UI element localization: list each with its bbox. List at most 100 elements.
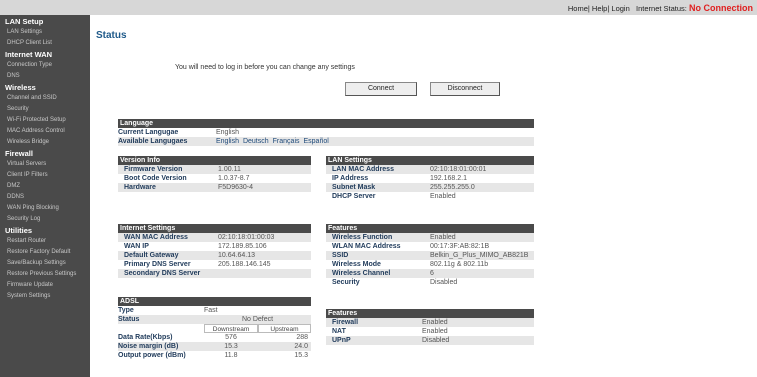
disconnect-button[interactable]: Disconnect <box>430 82 500 96</box>
info-row: WAN MAC Address 02:10:18:01:00:03 <box>118 233 311 242</box>
info-row: LAN MAC Address 02:10:18:01:00:01 <box>326 165 534 174</box>
adsl-panel: ADSL Type Fast Status No Defect Downstre… <box>118 297 311 360</box>
current-language-label: Current Langugae <box>118 129 179 136</box>
version-info-header: Version Info <box>118 156 311 165</box>
adsl-row: Data Rate(Kbps) 576 288 <box>118 333 311 342</box>
lan-settings-header: LAN Settings <box>326 156 534 165</box>
info-value: Enabled <box>422 328 448 335</box>
adsl-upstream-value: 15.3 <box>294 352 308 359</box>
wireless-features-header: Features <box>326 224 534 233</box>
adsl-upstream-value: 24.0 <box>294 343 308 350</box>
language-option-espanol[interactable]: Español <box>304 137 329 146</box>
info-label: WAN MAC Address <box>124 234 188 241</box>
info-label: Subnet Mask <box>332 184 376 191</box>
info-value: 192.168.2.1 <box>430 175 467 182</box>
info-row: Wireless Mode 802.11g & 802.11b <box>326 260 534 269</box>
sidebar-item-lan-settings[interactable]: LAN Settings <box>0 27 90 38</box>
sidebar-item-channel-and-ssid[interactable]: Channel and SSID <box>0 93 90 104</box>
language-option-deutsch[interactable]: Deutsch <box>243 137 269 146</box>
home-link[interactable]: Home <box>568 4 588 13</box>
info-label: Wireless Function <box>332 234 393 241</box>
info-row: SSID Belkin_G_Plus_MIMO_AB821B <box>326 251 534 260</box>
info-label: WLAN MAC Address <box>332 243 401 250</box>
lan-settings-panel: LAN Settings LAN MAC Address 02:10:18:01:… <box>326 156 534 201</box>
connect-button[interactable]: Connect <box>345 82 417 96</box>
sidebar-item-save-backup-settings[interactable]: Save/Backup Settings <box>0 258 90 269</box>
info-label: Firewall <box>332 319 359 326</box>
info-label: Default Gateway <box>124 252 179 259</box>
adsl-header: ADSL <box>118 297 311 306</box>
sidebar-item-system-settings[interactable]: System Settings <box>0 291 90 302</box>
sidebar-item-dhcp-client-list[interactable]: DHCP Client List <box>0 38 90 49</box>
info-value: 205.188.146.145 <box>218 261 271 268</box>
info-label: Primary DNS Server <box>124 261 191 268</box>
adsl-metric-label: Data Rate(Kbps) <box>118 334 173 341</box>
sidebar-item-security[interactable]: Security <box>0 104 90 115</box>
info-label: UPnP <box>332 337 351 344</box>
adsl-upstream-value: 288 <box>296 334 308 341</box>
sidebar-item-restart-router[interactable]: Restart Router <box>0 236 90 247</box>
info-value: Disabled <box>422 337 450 344</box>
sidebar-item-firmware-update[interactable]: Firmware Update <box>0 280 90 291</box>
info-value: 172.189.85.106 <box>218 243 267 250</box>
sidebar-section-firewall: Firewall <box>5 149 33 158</box>
current-language-value: English <box>216 129 239 136</box>
sidebar-section-utilities: Utilities <box>5 226 33 235</box>
login-link[interactable]: Login <box>611 4 629 13</box>
sidebar-nav: LAN Setup LAN Settings DHCP Client List Int… <box>0 15 90 377</box>
sidebar-item-dmz[interactable]: DMZ <box>0 181 90 192</box>
language-option-english[interactable]: English <box>216 137 239 146</box>
adsl-type-value: Fast <box>204 307 218 314</box>
info-value: 10.64.64.13 <box>218 252 255 259</box>
sidebar-item-wi-fi-protected-setup[interactable]: Wi-Fi Protected Setup <box>0 115 90 126</box>
help-link[interactable]: Help <box>592 4 607 13</box>
top-links: Home| Help| Login Internet Status: No Co… <box>567 3 753 13</box>
info-row: WLAN MAC Address 00:17:3F:AB:82:1B <box>326 242 534 251</box>
wireless-features-panel: Features Wireless Function Enabled WLAN MA… <box>326 224 534 287</box>
sidebar-item-restore-previous-settings[interactable]: Restore Previous Settings <box>0 269 90 280</box>
info-row: Firewall Enabled <box>326 318 534 327</box>
sidebar-item-client-ip-filters[interactable]: Client IP Filters <box>0 170 90 181</box>
info-row: Secondary DNS Server <box>118 269 311 278</box>
info-row: Wireless Function Enabled <box>326 233 534 242</box>
info-row: NAT Enabled <box>326 327 534 336</box>
sidebar-item-connection-type[interactable]: Connection Type <box>0 60 90 71</box>
sidebar-item-ddns[interactable]: DDNS <box>0 192 90 203</box>
info-value: 6 <box>430 270 434 277</box>
info-row: UPnP Disabled <box>326 336 534 345</box>
page-title: Status <box>96 30 127 41</box>
language-option-francais[interactable]: Français <box>273 137 300 146</box>
upstream-header: Upstream <box>258 324 311 333</box>
info-value: 00:17:3F:AB:82:1B <box>430 243 490 250</box>
adsl-type-label: Type <box>118 307 134 314</box>
language-panel-header: Language <box>118 119 534 128</box>
login-message: You will need to log in before you can c… <box>175 64 355 71</box>
info-value: Belkin_G_Plus_MIMO_AB821B <box>430 252 529 259</box>
info-row: DHCP Server Enabled <box>326 192 534 201</box>
adsl-metric-label: Noise margin (dB) <box>118 343 179 350</box>
info-row: Subnet Mask 255.255.255.0 <box>326 183 534 192</box>
firewall-features-panel: Features Firewall Enabled NAT Enabled UPnP Di… <box>326 309 534 345</box>
info-label: DHCP Server <box>332 193 376 200</box>
info-row: Boot Code Version 1.0.37-8.7 <box>118 174 311 183</box>
info-label: Security <box>332 279 360 286</box>
adsl-metric-label: Output power (dBm) <box>118 352 186 359</box>
sidebar-item-security-log[interactable]: Security Log <box>0 214 90 225</box>
sidebar-item-virtual-servers[interactable]: Virtual Servers <box>0 159 90 170</box>
info-value: Enabled <box>430 234 456 241</box>
sidebar-item-dns[interactable]: DNS <box>0 71 90 82</box>
adsl-downstream-value: 15.3 <box>224 343 238 350</box>
sidebar-item-mac-address-control[interactable]: MAC Address Control <box>0 126 90 137</box>
info-value: 255.255.255.0 <box>430 184 475 191</box>
info-value: 802.11g & 802.11b <box>430 261 489 268</box>
info-row: Wireless Channel 6 <box>326 269 534 278</box>
sidebar-item-wan-ping-blocking[interactable]: WAN Ping Blocking <box>0 203 90 214</box>
info-value: Enabled <box>430 193 456 200</box>
sidebar-item-wireless-bridge[interactable]: Wireless Bridge <box>0 137 90 148</box>
internet-settings-header: Internet Settings <box>118 224 311 233</box>
info-label: Hardware <box>124 184 156 191</box>
sidebar-item-restore-factory-default[interactable]: Restore Factory Default <box>0 247 90 258</box>
info-row: Firmware Version 1.00.11 <box>118 165 311 174</box>
info-value: 1.00.11 <box>218 166 241 173</box>
info-label: NAT <box>332 328 346 335</box>
